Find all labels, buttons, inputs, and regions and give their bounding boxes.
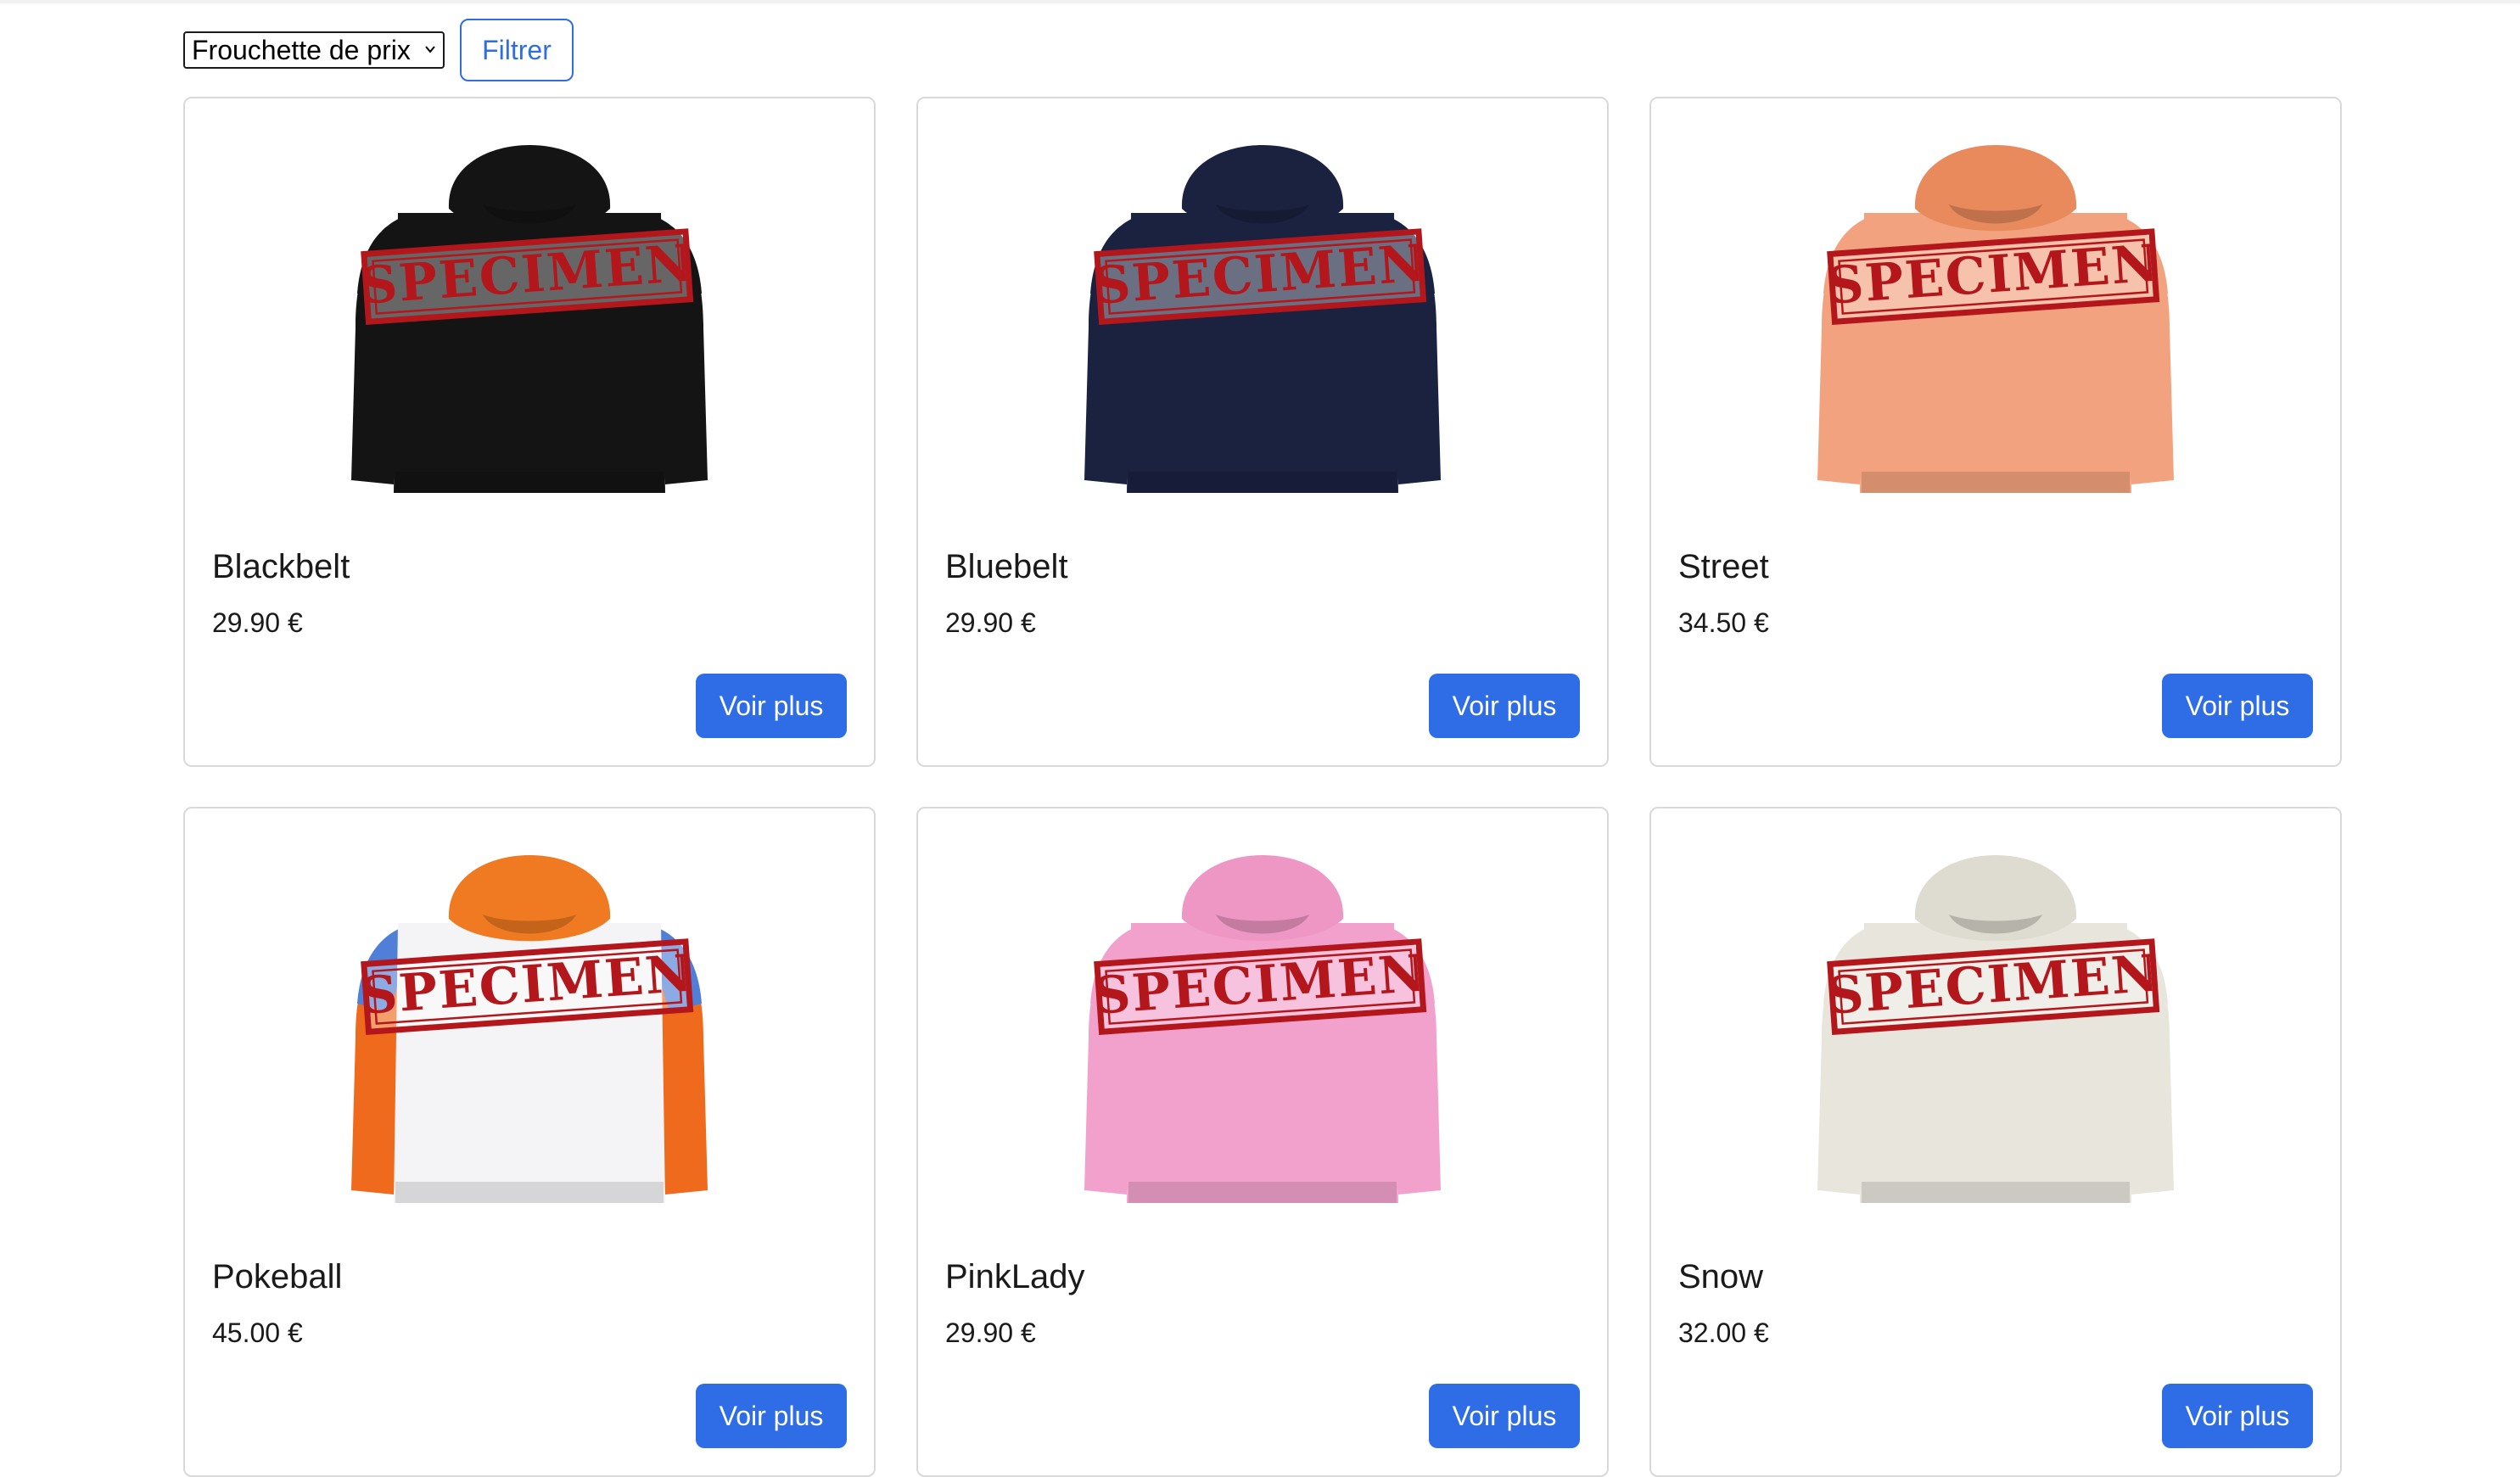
product-image[interactable]: SPECIMEN [185,808,874,1233]
product-card-pinklady: SPECIMEN PinkLady 29.90 € Voir plus [916,807,1609,1477]
product-image[interactable]: SPECIMEN [1651,808,2340,1233]
chevron-down-icon [425,46,435,53]
product-card-street: SPECIMEN Street 34.50 € Voir plus [1649,97,2342,767]
filter-bar: Frouchette de prix Filtrer [183,19,574,81]
product-card-pokeball: SPECIMEN Pokeball 45.00 € Voir plus [183,807,876,1477]
voir-plus-button[interactable]: Voir plus [2162,674,2313,738]
product-price: 29.90 € [945,607,1036,638]
price-range-select-value: Frouchette de prix [192,34,411,65]
product-name: Pokeball [212,1258,343,1295]
product-price: 29.90 € [945,1318,1036,1348]
product-card-bluebelt: SPECIMEN Bluebelt 29.90 € Voir plus [916,97,1609,767]
product-price: 45.00 € [212,1318,303,1348]
product-price: 34.50 € [1678,607,1769,638]
product-name: Bluebelt [945,548,1068,585]
price-range-select[interactable]: Frouchette de prix [183,31,445,69]
product-card-blackbelt: SPECIMEN Blackbelt 29.90 € Voir plus [183,97,876,767]
voir-plus-button[interactable]: Voir plus [1429,674,1580,738]
voir-plus-button[interactable]: Voir plus [696,1384,847,1448]
product-card-snow: SPECIMEN Snow 32.00 € Voir plus [1649,807,2342,1477]
product-image[interactable]: SPECIMEN [185,98,874,523]
product-price: 29.90 € [212,607,303,638]
product-name: Street [1678,548,1769,585]
product-name: Blackbelt [212,548,350,585]
top-divider [0,0,2520,3]
voir-plus-button[interactable]: Voir plus [696,674,847,738]
product-image[interactable]: SPECIMEN [918,808,1607,1233]
product-image[interactable]: SPECIMEN [918,98,1607,523]
product-name: Snow [1678,1258,1764,1295]
filter-button[interactable]: Filtrer [460,19,574,81]
product-name: PinkLady [945,1258,1085,1295]
product-price: 32.00 € [1678,1318,1769,1348]
product-image[interactable]: SPECIMEN [1651,98,2340,523]
voir-plus-button[interactable]: Voir plus [1429,1384,1580,1448]
voir-plus-button[interactable]: Voir plus [2162,1384,2313,1448]
